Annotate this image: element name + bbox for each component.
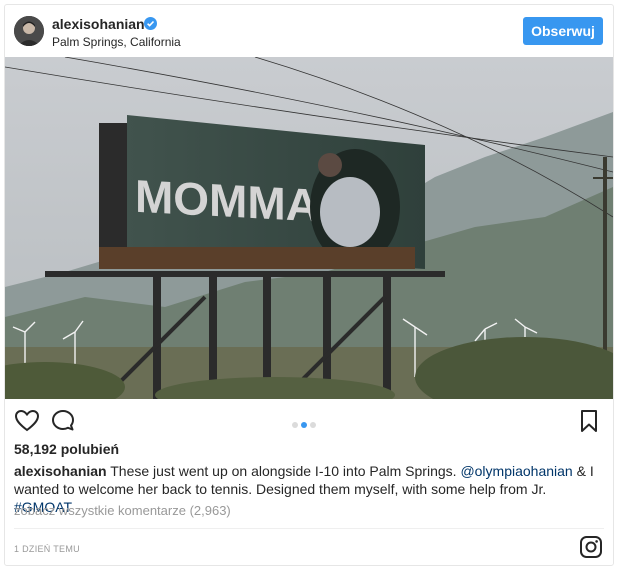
- post-header: alexisohanian Palm Springs, California O…: [5, 5, 613, 58]
- like-heart-icon[interactable]: [13, 407, 41, 435]
- caption-username[interactable]: alexisohanian: [14, 463, 107, 479]
- follow-button[interactable]: Obserwuj: [523, 17, 603, 45]
- carousel-dot-active[interactable]: [301, 422, 307, 428]
- instagram-logo-icon[interactable]: [579, 535, 603, 559]
- post-username[interactable]: alexisohanian: [52, 16, 145, 32]
- post-timestamp[interactable]: 1 DZIEŃ TEMU: [14, 544, 80, 554]
- view-all-comments-link[interactable]: zobacz wszystkie komentarze (2,963): [14, 503, 231, 518]
- instagram-embed-card: alexisohanian Palm Springs, California O…: [4, 4, 614, 566]
- post-photo[interactable]: MOMMA: [5, 57, 613, 399]
- likes-count[interactable]: 58,192 polubień: [14, 441, 119, 457]
- avatar[interactable]: [14, 16, 44, 46]
- carousel-dot[interactable]: [292, 422, 298, 428]
- comment-icon[interactable]: [49, 407, 77, 435]
- caption-text-1: These just went up on alongside I-10 int…: [110, 463, 457, 479]
- post-location[interactable]: Palm Springs, California: [52, 35, 181, 49]
- post-actions: [5, 403, 613, 439]
- carousel-indicator: [292, 415, 319, 428]
- bookmark-icon[interactable]: [575, 407, 603, 435]
- carousel-dot[interactable]: [310, 422, 316, 428]
- caption-mention-link[interactable]: @olympiaohanian: [460, 463, 572, 479]
- divider: [14, 528, 604, 529]
- verified-badge-icon: [144, 17, 157, 30]
- billboard-text: MOMMA: [135, 170, 319, 232]
